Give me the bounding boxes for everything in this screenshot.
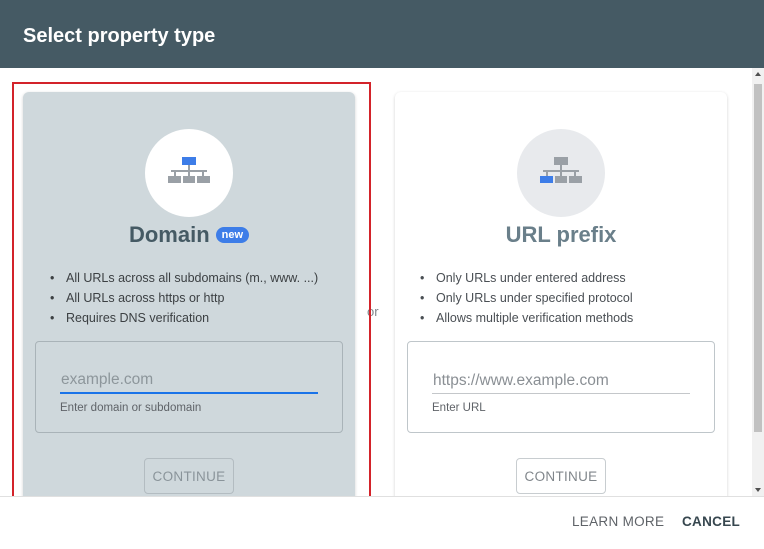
dialog-header: Select property type bbox=[0, 0, 764, 68]
scroll-up-arrow-icon[interactable] bbox=[755, 72, 761, 76]
url-prefix-property-card[interactable]: URL prefix Only URLs under entered addre… bbox=[395, 92, 727, 496]
learn-more-button[interactable]: LEARN MORE bbox=[572, 514, 664, 529]
list-item: All URLs across https or http bbox=[49, 288, 318, 308]
url-prefix-icon-circle bbox=[517, 129, 605, 217]
domain-title-text: Domain bbox=[128, 222, 210, 247]
or-separator: or bbox=[367, 304, 379, 319]
list-item: Only URLs under specified protocol bbox=[419, 288, 633, 308]
list-item: Allows multiple verification methods bbox=[419, 308, 633, 328]
content-scrollbar[interactable] bbox=[752, 68, 764, 496]
domain-continue-button[interactable]: CONTINUE bbox=[144, 458, 234, 494]
domain-property-card[interactable]: Domain new All URLs across all subdomains… bbox=[23, 92, 355, 496]
dialog-footer: LEARN MORE CANCEL bbox=[0, 496, 764, 549]
scrollbar-thumb[interactable] bbox=[754, 84, 762, 432]
domain-input-hint: Enter domain or subdomain bbox=[60, 402, 202, 414]
domain-icon-circle bbox=[145, 129, 233, 217]
url-prefix-feature-list: Only URLs under entered address Only URL… bbox=[419, 268, 633, 328]
domain-card-title: Domain new bbox=[23, 222, 355, 248]
list-item: Requires DNS verification bbox=[49, 308, 318, 328]
domain-feature-list: All URLs across all subdomains (m., www.… bbox=[49, 268, 318, 328]
cancel-button[interactable]: CANCEL bbox=[682, 514, 740, 529]
scroll-down-arrow-icon[interactable] bbox=[755, 488, 761, 492]
new-badge: new bbox=[215, 227, 250, 243]
url-continue-button[interactable]: CONTINUE bbox=[516, 458, 606, 494]
domain-input[interactable] bbox=[60, 368, 318, 394]
domain-input-box: Enter domain or subdomain bbox=[35, 341, 343, 433]
list-item: Only URLs under entered address bbox=[419, 268, 633, 288]
sitemap-icon bbox=[168, 157, 210, 183]
url-input-hint: Enter URL bbox=[432, 402, 486, 414]
dialog-title: Select property type bbox=[23, 25, 216, 47]
url-input-box: Enter URL bbox=[407, 341, 715, 433]
select-property-dialog: Select property type Domain new • All UR… bbox=[0, 0, 764, 549]
dialog-content: Domain new All URLs across all subdomains… bbox=[0, 68, 752, 496]
list-item: All URLs across all subdomains (m., www.… bbox=[49, 268, 318, 288]
sitemap-icon bbox=[540, 157, 582, 183]
url-input[interactable] bbox=[432, 368, 690, 394]
url-prefix-card-title: URL prefix bbox=[505, 222, 617, 247]
